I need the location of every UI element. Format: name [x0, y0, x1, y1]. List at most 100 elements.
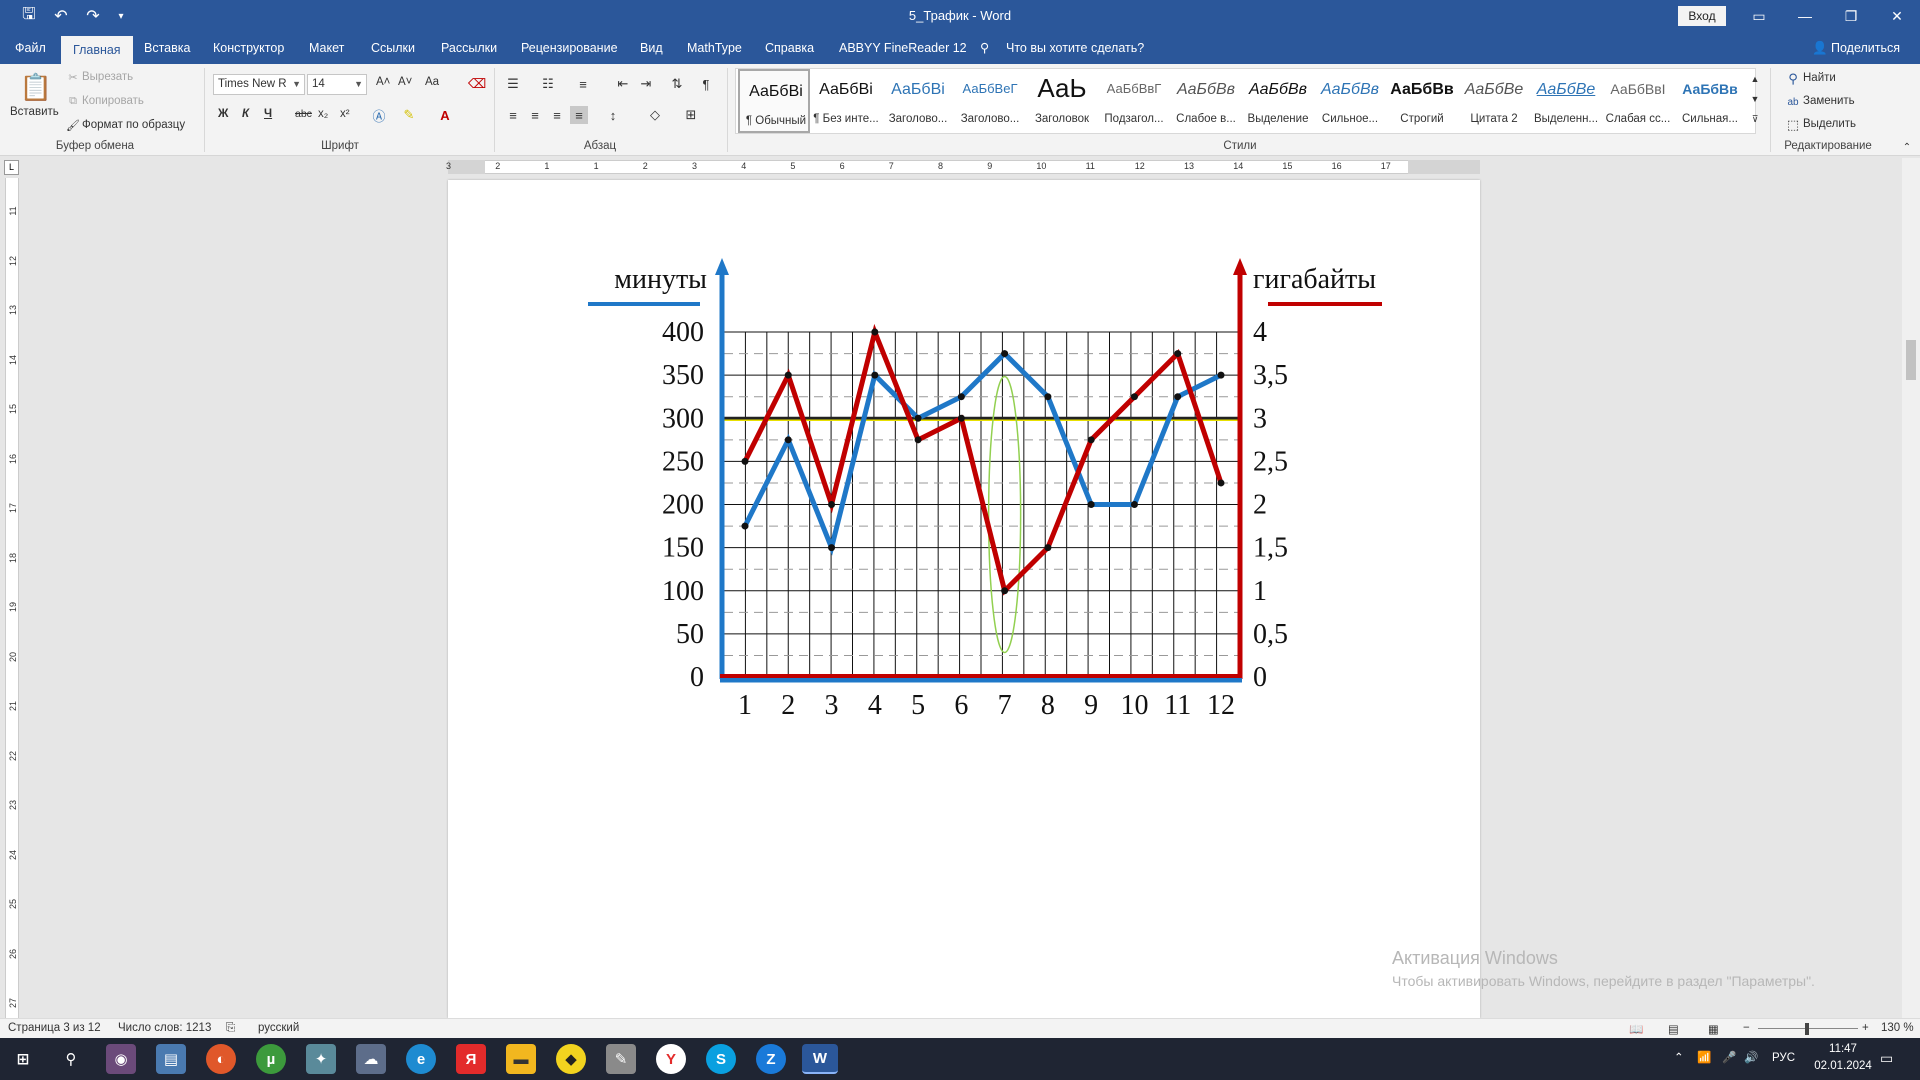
styles-scroll-up-icon[interactable]: ▲	[1746, 70, 1764, 88]
zoom-level[interactable]: 130 %	[1881, 1022, 1914, 1034]
change-case-button[interactable]: Aa	[425, 76, 439, 88]
style-normal[interactable]: АаБбВі ¶ Обычный	[738, 69, 810, 133]
paste-icon[interactable]: 📋	[20, 70, 52, 104]
bullets-icon[interactable]: ☰	[504, 75, 522, 93]
text-effects-icon[interactable]: Ⓐ	[370, 106, 388, 124]
pilcrow-icon[interactable]: ¶	[697, 75, 715, 93]
tab-design[interactable]: Конструктор	[213, 32, 284, 64]
tab-selector[interactable]: L	[4, 160, 19, 175]
justify-icon[interactable]: ≡	[570, 106, 588, 124]
search-icon[interactable]: ⚲	[56, 1044, 86, 1074]
vertical-scrollbar[interactable]	[1902, 158, 1920, 1020]
tell-me-search[interactable]: Что вы хотите сделать?	[1006, 32, 1144, 64]
superscript-button[interactable]: x²	[340, 108, 350, 120]
format-painter-button[interactable]: Формат по образцу	[82, 119, 185, 131]
utorrent-icon[interactable]: µ	[256, 1044, 286, 1074]
styles-scroll-down-icon[interactable]: ▼	[1746, 90, 1764, 108]
style-subtle-reference[interactable]: АаБбВвІ Слабая сс...	[1602, 69, 1674, 133]
file-explorer-icon[interactable]: ▬	[506, 1044, 536, 1074]
style-intense-quote[interactable]: АаБбВе Выделенн...	[1530, 69, 1602, 133]
zoom-slider-thumb[interactable]	[1805, 1023, 1809, 1035]
style-no-spacing[interactable]: АаБбВі ¶ Без инте...	[810, 69, 882, 133]
replace-icon[interactable]: ab	[1784, 93, 1802, 111]
font-name-combo[interactable]: Times New R ▼	[213, 74, 305, 95]
scissors-icon[interactable]: ✂	[64, 68, 82, 86]
style-subtitle[interactable]: АаБбВвГ Подзагол...	[1098, 69, 1170, 133]
yandex-icon[interactable]: Я	[456, 1044, 486, 1074]
style-strong[interactable]: АаБбВв Строгий	[1386, 69, 1458, 133]
volume-icon[interactable]: 🔊	[1744, 1050, 1758, 1064]
subscript-button[interactable]: x₂	[318, 108, 328, 120]
underline-button[interactable]: Ч	[264, 108, 272, 120]
skype-icon[interactable]: S	[706, 1044, 736, 1074]
style-intense-reference[interactable]: АаБбВв Сильная...	[1674, 69, 1746, 133]
tab-references[interactable]: Ссылки	[371, 32, 415, 64]
signin-button[interactable]: Вход	[1678, 6, 1726, 26]
cut-button[interactable]: Вырезать	[82, 71, 133, 83]
restore-button[interactable]: ❐	[1828, 0, 1874, 32]
proofing-icon[interactable]: ⎘	[226, 1022, 235, 1035]
highlight-icon[interactable]: ✎	[400, 106, 418, 124]
tell-me-icon[interactable]: ⚲	[980, 32, 989, 64]
zoom-in-button[interactable]: +	[1862, 1022, 1869, 1034]
tab-file[interactable]: Файл	[15, 32, 46, 64]
network-icon[interactable]: 📶	[1697, 1050, 1711, 1064]
scrollbar-thumb[interactable]	[1906, 340, 1916, 380]
copy-icon[interactable]: ⧉	[64, 92, 82, 110]
shading-icon[interactable]: ◇	[646, 106, 664, 124]
style-emphasis[interactable]: АаБбВв Выделение	[1242, 69, 1314, 133]
firefox-icon[interactable]: ◐	[206, 1044, 236, 1074]
align-right-icon[interactable]: ≡	[548, 106, 566, 124]
yandex-browser-icon[interactable]: Y	[656, 1044, 686, 1074]
select-button[interactable]: Выделить	[1803, 118, 1856, 130]
style-heading-2[interactable]: АаБбВеГ Заголово...	[954, 69, 1026, 133]
horizontal-ruler[interactable]	[448, 160, 1480, 174]
document-page[interactable]: минуты гигабайты 0 50 100 150 200 250 300 350 400 0…	[448, 180, 1480, 1018]
zoom-out-button[interactable]: −	[1743, 1022, 1750, 1034]
tab-layout[interactable]: Макет	[309, 32, 344, 64]
font-color-icon[interactable]: A	[436, 106, 454, 124]
microphone-icon[interactable]: 🎤	[1722, 1050, 1736, 1064]
style-quote[interactable]: АаБбВе Цитата 2	[1458, 69, 1530, 133]
grow-font-button[interactable]: A˄	[376, 76, 390, 88]
styles-more-icon[interactable]: ⊽	[1746, 110, 1764, 128]
collapse-ribbon-icon[interactable]: ⌃	[1898, 138, 1916, 156]
tab-help[interactable]: Справка	[765, 32, 814, 64]
print-layout-icon[interactable]: ▤	[1668, 1022, 1679, 1036]
word-count[interactable]: Число слов: 1213	[118, 1022, 211, 1034]
italic-button[interactable]: К	[242, 108, 249, 120]
input-language[interactable]: РУС	[1772, 1052, 1795, 1064]
copy-button[interactable]: Копировать	[82, 95, 144, 107]
tab-home[interactable]: Главная	[61, 36, 133, 64]
tab-abbyy[interactable]: ABBYY FineReader 12	[839, 32, 967, 64]
notifications-icon[interactable]: ▭	[1880, 1050, 1893, 1067]
edge-icon[interactable]: e	[406, 1044, 436, 1074]
word-icon[interactable]: W	[802, 1044, 838, 1074]
format-painter-icon[interactable]: 🖌	[64, 116, 82, 134]
notepad-icon[interactable]: ▤	[156, 1044, 186, 1074]
style-subtle-emphasis[interactable]: АаБбВв Слабое в...	[1170, 69, 1242, 133]
share-button[interactable]: Поделиться	[1831, 32, 1900, 64]
close-button[interactable]: ✕	[1874, 0, 1920, 32]
style-title[interactable]: АаЬ Заголовок	[1026, 69, 1098, 133]
style-heading-1[interactable]: АаБбВі Заголово...	[882, 69, 954, 133]
minimize-button[interactable]: —	[1782, 0, 1828, 32]
app-icon[interactable]: ✎	[606, 1044, 636, 1074]
align-center-icon[interactable]: ≡	[526, 106, 544, 124]
tab-view[interactable]: Вид	[640, 32, 663, 64]
language-indicator[interactable]: русский	[258, 1022, 299, 1034]
replace-button[interactable]: Заменить	[1803, 95, 1855, 107]
borders-icon[interactable]: ⊞	[682, 106, 700, 124]
search-icon[interactable]: ⚲	[1784, 70, 1802, 88]
align-left-icon[interactable]: ≡	[504, 106, 522, 124]
tab-insert[interactable]: Вставка	[144, 32, 190, 64]
windows-start-icon[interactable]: ⊞	[8, 1044, 38, 1074]
clear-formatting-icon[interactable]: ⌫	[468, 75, 486, 93]
multilevel-list-icon[interactable]: ≡	[574, 75, 592, 93]
app-icon[interactable]: ☁	[356, 1044, 386, 1074]
style-intense-emphasis[interactable]: АаБбВв Сильное...	[1314, 69, 1386, 133]
select-icon[interactable]: ⬚	[1784, 116, 1802, 134]
clock-time[interactable]: 11:47	[1812, 1043, 1874, 1055]
font-size-combo[interactable]: 14 ▼	[307, 74, 367, 95]
tray-expand-icon[interactable]: ⌃	[1674, 1050, 1684, 1064]
